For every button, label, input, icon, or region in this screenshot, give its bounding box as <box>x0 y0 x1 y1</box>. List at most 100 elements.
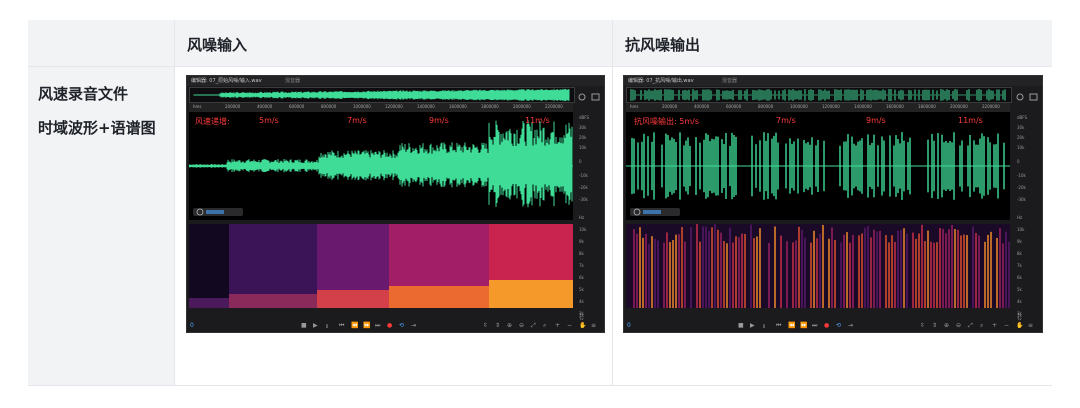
spectrogram-lowfreq <box>317 290 389 308</box>
skip-start-icon[interactable]: ⏮ <box>339 322 344 330</box>
zoom-out-icon[interactable]: − <box>1004 322 1009 329</box>
spectrogram-column <box>957 229 959 308</box>
spectrogram-column <box>951 224 953 308</box>
skip-end-icon[interactable]: ⏭ <box>375 322 380 330</box>
mixer-tab[interactable]: 混音器 <box>722 77 737 84</box>
spectrogram-column <box>774 226 776 308</box>
loop-icon[interactable]: ⟲ <box>836 322 841 329</box>
overview-waveform[interactable] <box>626 87 1012 103</box>
zoom-out-time-icon[interactable]: ⊖ <box>519 322 524 329</box>
ruler-tick-label: 1200000 <box>385 104 403 109</box>
output-speed-label: 7m/s <box>776 116 796 125</box>
scale-tick-label: dBFS <box>579 115 590 120</box>
fast-forward-icon[interactable]: ⏩ <box>800 322 807 329</box>
spectrogram-column <box>876 231 878 308</box>
spectrogram-column <box>828 238 830 308</box>
settings-icon[interactable]: ≡ <box>1028 322 1033 329</box>
settings-icon[interactable]: ≡ <box>591 322 596 329</box>
output-icon[interactable]: ⇥ <box>411 322 416 329</box>
scale-tick-label: -30k <box>579 197 588 202</box>
spectrogram-column <box>867 226 869 308</box>
output-speed-label: 抗风噪输出: 5m/s <box>634 117 699 126</box>
ruler-tick-label: 1600000 <box>886 104 904 109</box>
zoom-in-icon[interactable]: + <box>555 322 560 329</box>
zoom-in-time-icon[interactable]: ⊕ <box>507 322 512 329</box>
spectrogram-column <box>879 230 881 308</box>
skip-start-icon[interactable]: ⏮ <box>776 322 781 330</box>
record-icon[interactable]: ● <box>387 322 392 329</box>
spectrogram-column <box>675 234 677 308</box>
volume-knob[interactable] <box>630 208 680 216</box>
play-icon[interactable]: ▶ <box>313 322 318 329</box>
play-icon[interactable]: ▶ <box>750 322 755 329</box>
scale-tick-label: -30k <box>1017 197 1026 202</box>
zoom-selection-icon[interactable]: ⌕ <box>980 322 983 330</box>
spectrogram-column <box>708 230 710 308</box>
pause-icon[interactable]: ॥ <box>762 322 766 330</box>
spectrogram-column <box>849 242 851 308</box>
spectrogram-view[interactable] <box>626 224 1010 308</box>
spectrogram-view[interactable] <box>189 224 573 308</box>
zoom-full-icon[interactable]: ⤢ <box>968 322 973 330</box>
zoom-out-amplitude-icon[interactable]: ⇕ <box>932 322 937 329</box>
hand-tool-icon[interactable]: ✋ <box>579 322 586 329</box>
zoom-selection-icon[interactable]: ⌕ <box>543 322 546 330</box>
zoom-in-time-icon[interactable]: ⊕ <box>944 322 949 329</box>
time-ruler[interactable]: hms 200000 400000 600000 800000 1000000 120000… <box>189 103 573 112</box>
waveform-view[interactable]: 抗风噪输出: 5m/s 7m/s 9m/s 11m/s <box>626 112 1010 220</box>
ruler-tick-label: 400000 <box>694 104 710 109</box>
rewind-icon[interactable]: ⏪ <box>788 322 795 329</box>
editor-tab[interactable]: 编辑器: 07_原始风噪/输入.wav <box>191 77 262 84</box>
spectrogram-column <box>786 241 788 308</box>
stop-icon[interactable]: ■ <box>301 322 307 329</box>
volume-knob[interactable] <box>193 208 243 216</box>
spectrogram-column <box>819 233 821 308</box>
spectrogram-column <box>810 242 812 308</box>
zoom-out-icon[interactable]: − <box>567 322 572 329</box>
waveform-view[interactable]: 风速递增: 5m/s 7m/s 9m/s 11m/s <box>189 112 573 220</box>
spectrogram-column <box>735 236 737 308</box>
skip-end-icon[interactable]: ⏭ <box>812 322 817 330</box>
mixer-tab[interactable]: 混音器 <box>285 77 300 84</box>
spectrogram-column <box>711 227 713 308</box>
scale-tick-label: 20k <box>1017 135 1025 140</box>
spectrogram-column <box>963 234 965 308</box>
zoom-icons <box>576 88 602 101</box>
zoom-out-time-icon[interactable]: ⊖ <box>956 322 961 329</box>
fast-forward-icon[interactable]: ⏩ <box>363 322 370 329</box>
zoom-in-icon[interactable]: + <box>992 322 997 329</box>
rewind-icon[interactable]: ⏪ <box>351 322 358 329</box>
pause-icon[interactable]: ॥ <box>325 322 329 330</box>
header-cell-input: 风噪输入 <box>175 20 612 66</box>
scale-tick-label: 10k <box>579 227 587 232</box>
spectrogram-column <box>999 228 1001 308</box>
wind-speed-label: 9m/s <box>429 116 449 125</box>
time-ruler[interactable]: hms 200000 400000 600000 800000 1000000 120000… <box>626 103 1010 112</box>
loop-icon[interactable]: ⟲ <box>399 322 404 329</box>
scale-tick-label: 30k <box>579 125 587 130</box>
spectrogram-column <box>840 242 842 308</box>
spectrogram-column <box>939 228 941 308</box>
overview-waveform[interactable] <box>189 87 575 103</box>
spectrogram-column <box>753 238 755 308</box>
spectrogram-column <box>897 230 899 308</box>
spectrogram-column <box>960 235 962 308</box>
scale-tick-label: 8k <box>1017 251 1022 256</box>
scale-tick-label: 1k <box>1017 313 1022 318</box>
spectrogram-column <box>633 229 635 308</box>
hand-tool-icon[interactable]: ✋ <box>1016 322 1023 329</box>
spectrogram-column <box>792 242 794 308</box>
stop-icon[interactable]: ■ <box>738 322 744 329</box>
editor-tab[interactable]: 编辑器: 07_抗风噪/输出.wav <box>628 77 694 84</box>
zoom-out-amplitude-icon[interactable]: ⇕ <box>495 322 500 329</box>
spectrogram-column <box>681 227 683 308</box>
zoom-in-amplitude-icon[interactable]: ⇳ <box>483 322 488 329</box>
spectrogram-column <box>648 243 650 308</box>
scale-tick-label: Hz <box>1017 215 1023 220</box>
zoom-full-icon[interactable]: ⤢ <box>531 322 536 330</box>
output-icon[interactable]: ⇥ <box>848 322 853 329</box>
spectrogram-column <box>927 230 929 308</box>
spectrogram-column <box>714 224 716 308</box>
zoom-in-amplitude-icon[interactable]: ⇳ <box>920 322 925 329</box>
record-icon[interactable]: ● <box>824 322 829 329</box>
